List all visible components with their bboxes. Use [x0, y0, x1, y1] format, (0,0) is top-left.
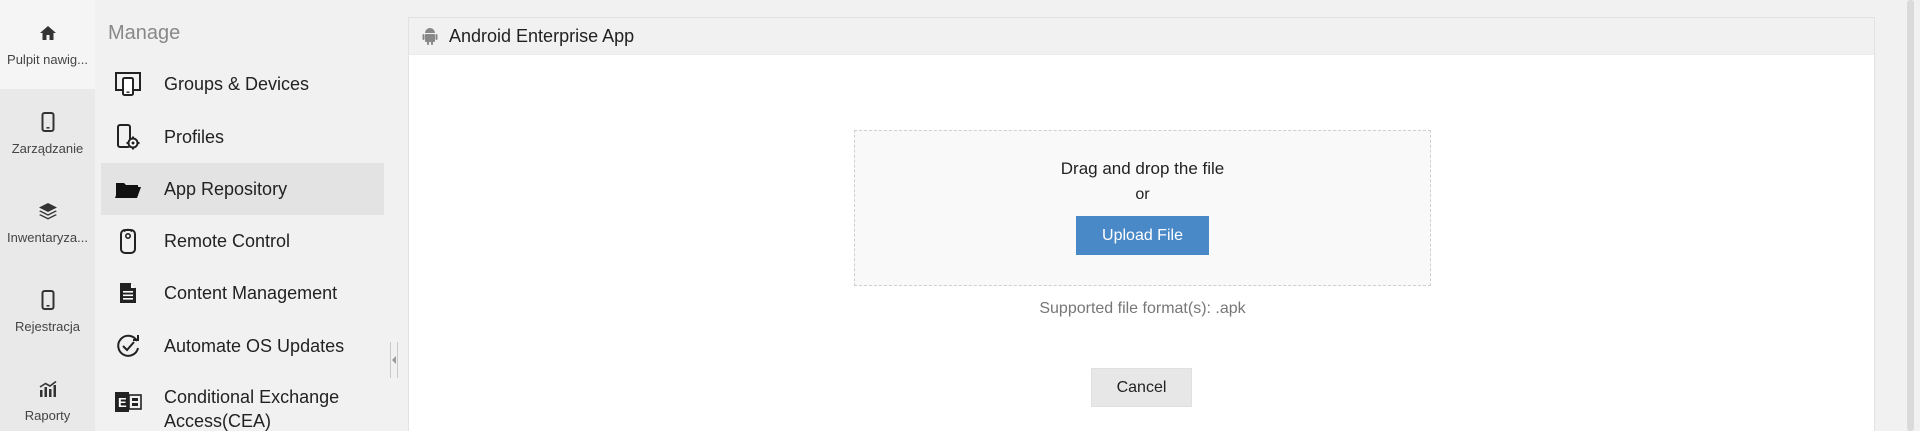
exchange-icon: E [113, 387, 143, 417]
upload-file-button[interactable]: Upload File [1076, 216, 1209, 255]
rail-item-inventory[interactable]: Inwentaryza... [0, 178, 95, 267]
dropzone-or-text: or [1135, 186, 1150, 203]
menu-item-label: Automate OS Updates [164, 336, 345, 356]
menu-heading: Manage [108, 22, 181, 44]
main-content: Android Enterprise App Drag and drop the… [398, 0, 1920, 431]
bar-chart-icon [37, 378, 59, 400]
home-icon [37, 22, 59, 44]
menu-item-groups-devices[interactable]: Groups & Devices [101, 58, 384, 110]
rail-item-enrollment[interactable]: Rejestracja [0, 267, 95, 356]
rail-item-label: Pulpit nawig... [7, 52, 88, 67]
menu-item-content-management[interactable]: Content Management [101, 267, 384, 319]
page-scrollbar[interactable] [1903, 0, 1920, 431]
file-dropzone[interactable]: Drag and drop the file or Upload File [854, 130, 1431, 286]
menu-item-profiles[interactable]: Profiles [101, 111, 384, 163]
manage-menu: Manage Groups & Devices Profiles App Rep… [95, 0, 389, 431]
rail-item-label: Zarządzanie [11, 141, 84, 156]
scrollbar-thumb[interactable] [1907, 0, 1914, 431]
cancel-button[interactable]: Cancel [1091, 368, 1192, 407]
mobile-icon [37, 289, 59, 311]
rail-item-label: Raporty [24, 408, 71, 423]
card-title: Android Enterprise App [449, 25, 635, 46]
menu-item-label: App Repository [164, 179, 288, 199]
rail-item-label: Inwentaryza... [7, 230, 88, 245]
mobile-gear-icon [113, 122, 143, 152]
rail-item-dashboard[interactable]: Pulpit nawig... [0, 0, 95, 89]
document-icon [113, 278, 143, 308]
left-nav-rail: Pulpit nawig... Zarządzanie Inwentaryza.… [0, 0, 95, 431]
refresh-check-icon [113, 331, 143, 361]
menu-item-automate-os-updates[interactable]: Automate OS Updates [101, 320, 384, 372]
menu-item-label: Content Management [164, 283, 338, 303]
android-icon [421, 27, 439, 45]
menu-item-label: Profiles [164, 127, 225, 147]
rail-item-reports[interactable]: Raporty [0, 356, 95, 431]
menu-item-label: Conditional Exchange Access(CEA) [164, 387, 340, 431]
menu-item-label: Remote Control [164, 231, 291, 251]
menu-item-app-repository[interactable]: App Repository [101, 163, 384, 215]
rail-item-label: Rejestracja [14, 319, 81, 334]
mobile-icon [37, 111, 59, 133]
menu-item-label: Groups & Devices [164, 74, 310, 94]
panel-splitter [389, 0, 398, 431]
rail-item-manage[interactable]: Zarządzanie [0, 89, 95, 178]
menu-item-conditional-exchange-access[interactable]: E Conditional Exchange Access(CEA) [101, 385, 384, 431]
collapse-handle[interactable] [390, 342, 398, 378]
svg-text:E: E [118, 395, 127, 410]
menu-item-remote-control[interactable]: Remote Control [101, 215, 384, 267]
folder-icon [113, 174, 143, 204]
supported-formats-text: Supported file format(s): .apk [1039, 300, 1246, 317]
layers-icon [37, 200, 59, 222]
dropzone-text: Drag and drop the file [1060, 159, 1225, 178]
remote-control-icon [113, 226, 143, 256]
devices-icon [113, 69, 143, 99]
upload-card: Android Enterprise App Drag and drop the… [408, 17, 1875, 431]
card-header: Android Enterprise App [409, 18, 1874, 55]
